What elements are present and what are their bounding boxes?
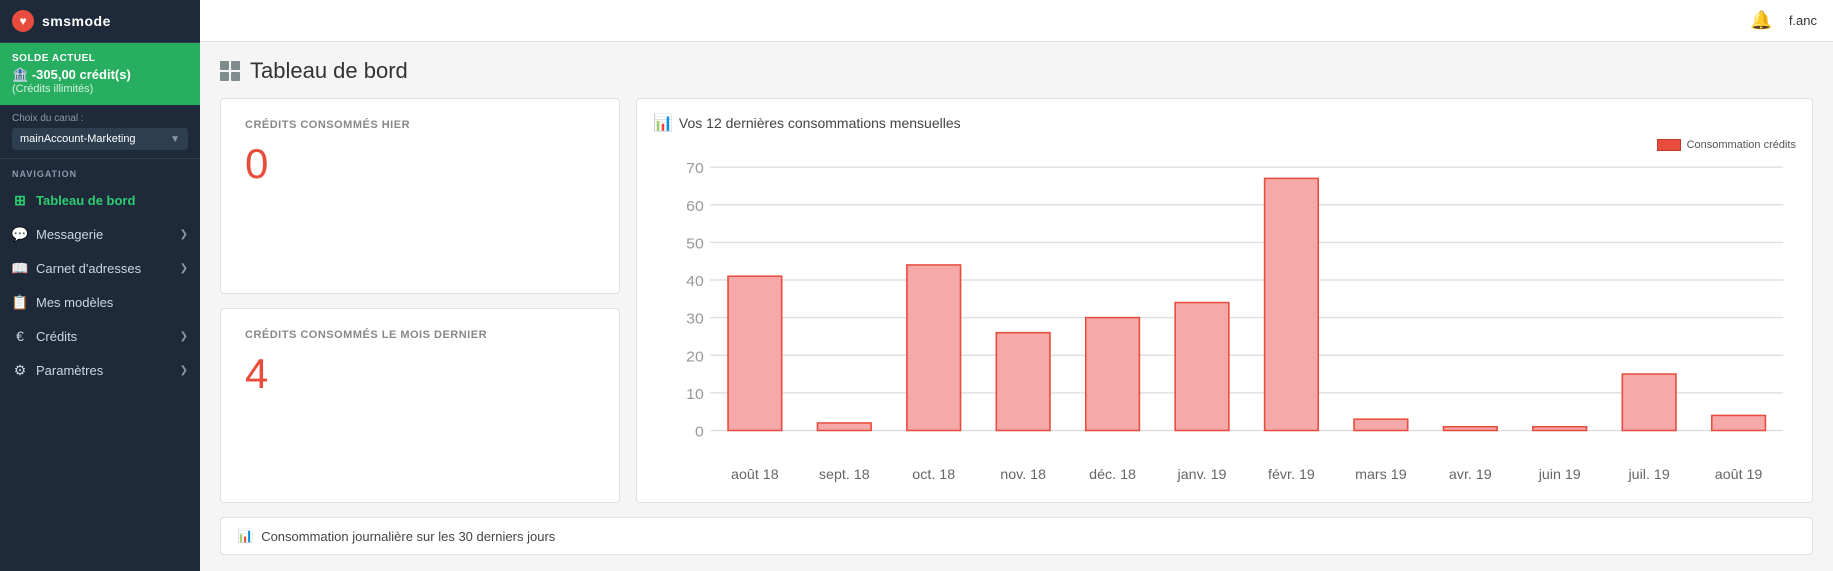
sidebar-channel: Choix du canal : mainAccount-Marketing ▼ [0, 105, 200, 159]
svg-text:50: 50 [686, 236, 704, 253]
monthly-chart-header: 📊 Vos 12 dernières consommations mensuel… [653, 113, 1796, 133]
parametres-chevron-icon: ❯ [180, 365, 188, 376]
credits-chevron-icon: ❯ [180, 331, 188, 342]
user-name: f.anc [1789, 13, 1817, 28]
sidebar-item-credits[interactable]: € Crédits ❯ [0, 319, 200, 353]
sidebar-item-messagerie[interactable]: 💬 Messagerie ❯ [0, 217, 200, 251]
modeles-icon: 📋 [12, 294, 28, 310]
channel-select[interactable]: mainAccount-Marketing ▼ [12, 128, 188, 150]
topbar: 🔔 f.anc [200, 0, 1833, 42]
sidebar-balance: SOLDE ACTUEL 🏦 -305,00 crédit(s) (Crédit… [0, 43, 200, 105]
sidebar-nav: ⊞ Tableau de bord 💬 Messagerie ❯ 📖 Carne… [0, 183, 200, 387]
messagerie-label: Messagerie [36, 227, 103, 242]
modeles-label: Mes modèles [36, 295, 113, 310]
sidebar-item-modeles[interactable]: 📋 Mes modèles [0, 285, 200, 319]
legend-color [1657, 139, 1681, 151]
sidebar: ♥ smsmode SOLDE ACTUEL 🏦 -305,00 crédit(… [0, 0, 200, 571]
monthly-chart-title: Vos 12 dernières consommations mensuelle… [679, 115, 961, 131]
svg-text:nov. 18: nov. 18 [1000, 466, 1046, 482]
card-yesterday-label: CRÉDITS CONSOMMÉS HIER [245, 119, 595, 131]
dashboard-icon [220, 61, 240, 81]
legend-label: Consommation crédits [1687, 139, 1796, 151]
channel-value: mainAccount-Marketing [20, 133, 136, 145]
svg-text:oct. 18: oct. 18 [912, 466, 955, 482]
card-lastmonth-label: CRÉDITS CONSOMMÉS LE MOIS DERNIER [245, 329, 595, 341]
page-title: Tableau de bord [220, 58, 1813, 84]
carnet-chevron-icon: ❯ [180, 263, 188, 274]
credits-icon: € [12, 328, 28, 344]
parametres-icon: ⚙ [12, 362, 28, 378]
page-content: Tableau de bord CRÉDITS CONSOMMÉS HIER 0… [200, 42, 1833, 571]
card-yesterday-value: 0 [245, 143, 595, 185]
cards-column: CRÉDITS CONSOMMÉS HIER 0 CRÉDITS CONSOMM… [220, 98, 620, 503]
svg-text:30: 30 [686, 311, 704, 328]
svg-text:juin 19: juin 19 [1538, 466, 1581, 482]
svg-text:janv. 19: janv. 19 [1177, 466, 1227, 482]
sidebar-item-dashboard[interactable]: ⊞ Tableau de bord [0, 183, 200, 217]
logo-icon: ♥ [12, 10, 34, 32]
chart-bar-icon: 📊 [653, 113, 673, 133]
balance-label: SOLDE ACTUEL [12, 53, 188, 64]
monthly-chart-svg: 0 10 20 30 40 50 60 70 août 18 sept. 18 oct. 18 nov… [653, 155, 1796, 488]
chart-legend: Consommation crédits [653, 139, 1796, 151]
nav-label: NAVIGATION [0, 159, 200, 183]
svg-text:mars 19: mars 19 [1355, 466, 1407, 482]
sidebar-logo: ♥ smsmode [0, 0, 200, 43]
main-content: 🔔 f.anc Tableau de bord CRÉDITS CONSOMMÉ… [200, 0, 1833, 571]
credits-label: Crédits [36, 329, 77, 344]
daily-chart-row: 📊 Consommation journalière sur les 30 de… [220, 517, 1813, 555]
svg-text:0: 0 [695, 424, 704, 441]
page-title-text: Tableau de bord [250, 58, 408, 84]
svg-text:10: 10 [686, 386, 704, 403]
daily-chart-icon: 📊 [237, 528, 253, 544]
svg-text:40: 40 [686, 273, 704, 290]
svg-text:août 19: août 19 [1715, 466, 1763, 482]
sidebar-item-carnet[interactable]: 📖 Carnet d'adresses ❯ [0, 251, 200, 285]
carnet-label: Carnet d'adresses [36, 261, 141, 276]
svg-text:déc. 18: déc. 18 [1089, 466, 1136, 482]
channel-chevron-icon: ▼ [170, 134, 180, 145]
balance-icon: 🏦 [12, 67, 32, 82]
card-lastmonth-value: 4 [245, 353, 595, 395]
sidebar-item-parametres[interactable]: ⚙ Paramètres ❯ [0, 353, 200, 387]
balance-amount: 🏦 -305,00 crédit(s) [12, 67, 188, 83]
carnet-icon: 📖 [12, 260, 28, 276]
svg-text:70: 70 [686, 160, 704, 177]
svg-text:sept. 18: sept. 18 [819, 466, 870, 482]
svg-text:juil. 19: juil. 19 [1628, 466, 1671, 482]
balance-sub: (Crédits illimités) [12, 83, 188, 95]
logo-text: smsmode [42, 13, 111, 29]
monthly-chart-panel: 📊 Vos 12 dernières consommations mensuel… [636, 98, 1813, 503]
daily-chart-title: Consommation journalière sur les 30 dern… [261, 529, 555, 544]
messagerie-icon: 💬 [12, 226, 28, 242]
dashboard-row: CRÉDITS CONSOMMÉS HIER 0 CRÉDITS CONSOMM… [220, 98, 1813, 503]
svg-text:févr. 19: févr. 19 [1268, 466, 1315, 482]
channel-label: Choix du canal : [12, 113, 188, 124]
dashboard-label: Tableau de bord [36, 193, 135, 208]
parametres-label: Paramètres [36, 363, 103, 378]
svg-text:août 18: août 18 [731, 466, 779, 482]
balance-value: -305,00 crédit(s) [32, 67, 131, 82]
svg-text:20: 20 [686, 349, 704, 366]
messagerie-chevron-icon: ❯ [180, 229, 188, 240]
svg-text:60: 60 [686, 198, 704, 215]
card-yesterday: CRÉDITS CONSOMMÉS HIER 0 [220, 98, 620, 294]
dashboard-icon: ⊞ [12, 192, 28, 208]
card-lastmonth: CRÉDITS CONSOMMÉS LE MOIS DERNIER 4 [220, 308, 620, 504]
notification-bell-icon[interactable]: 🔔 [1750, 10, 1772, 31]
svg-text:avr. 19: avr. 19 [1449, 466, 1492, 482]
